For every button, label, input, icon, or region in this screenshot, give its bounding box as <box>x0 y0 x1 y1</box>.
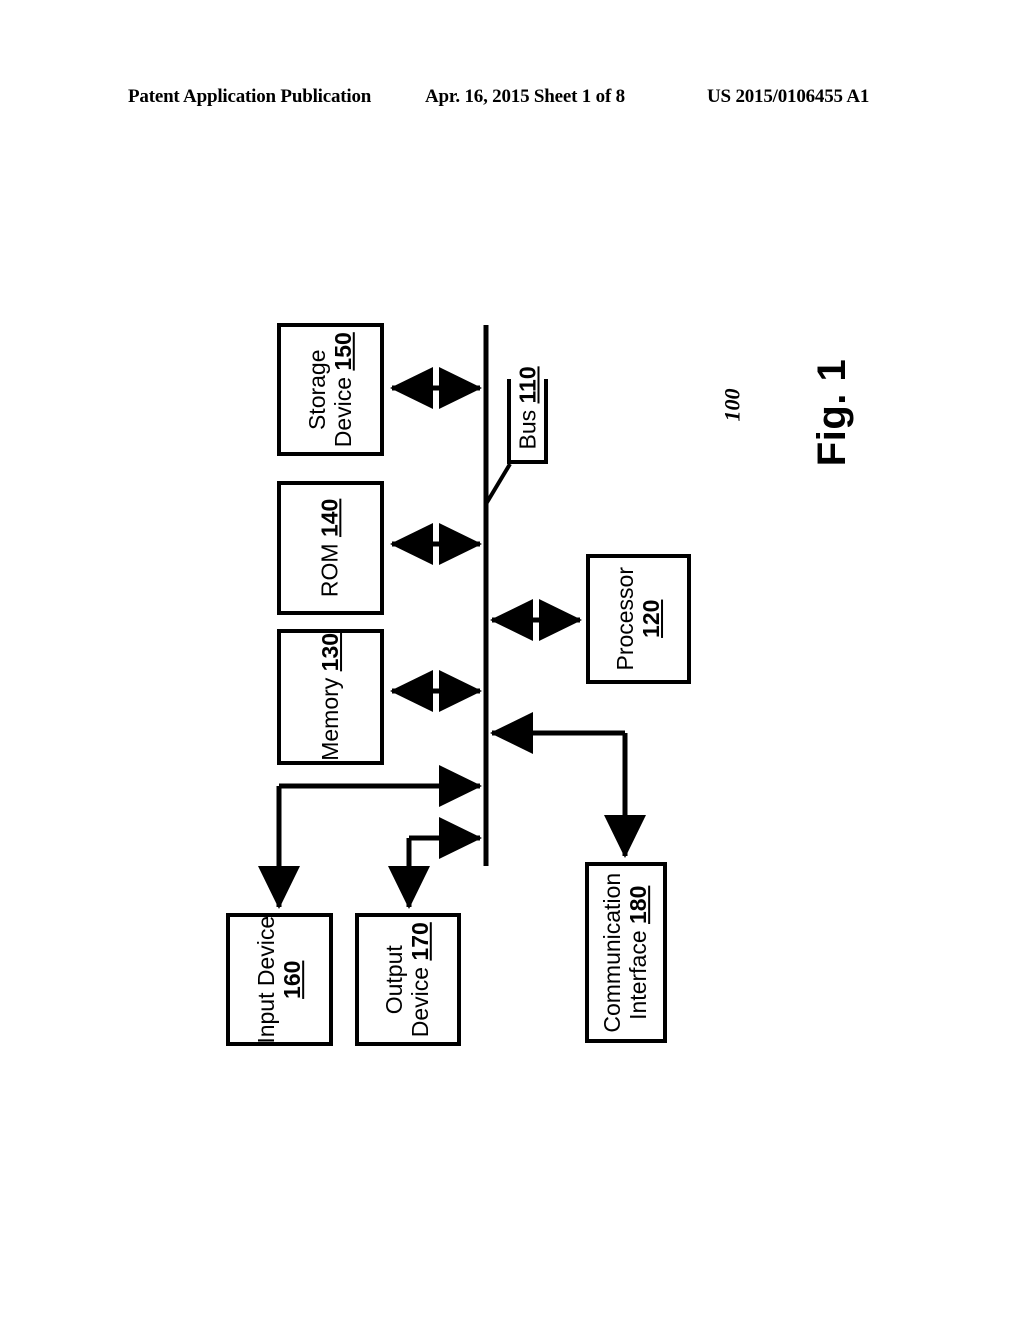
block-input-device-label: Input Device 160 <box>252 915 306 1044</box>
processor-reference-number: 120 <box>637 599 664 639</box>
block-communication-interface-label: Communication Interface 180 <box>599 872 652 1033</box>
rom-reference-number: 140 <box>316 498 343 538</box>
input-device-reference-number: 160 <box>278 960 305 999</box>
bus-reference-number: 110 <box>514 366 541 404</box>
block-input-device[interactable]: Input Device 160 <box>226 913 333 1046</box>
block-storage-device[interactable]: Storage Device 150 <box>277 323 384 456</box>
block-processor-label: Processor 120 <box>611 567 665 671</box>
block-storage-device-label: Storage Device 150 <box>303 331 357 448</box>
output-device-line2: Device 170 <box>407 921 434 1038</box>
output-device-line2-text: Device <box>407 966 434 1038</box>
output-device-line1: Output <box>381 944 408 1015</box>
communication-interface-reference-number: 180 <box>625 885 652 924</box>
block-memory-label: Memory 130 <box>316 633 344 761</box>
input-device-line1: Input Device <box>252 915 279 1044</box>
output-device-reference-number: 170 <box>407 921 434 961</box>
block-communication-interface[interactable]: Communication Interface 180 <box>585 862 667 1043</box>
memory-reference-number: 130 <box>316 633 343 672</box>
block-rom[interactable]: ROM 140 <box>277 481 384 615</box>
bus-label-text: Bus <box>514 409 541 450</box>
storage-device-line2-text: Device <box>329 376 356 448</box>
system-reference-numeral: 100 <box>719 388 745 422</box>
processor-line1: Processor <box>611 567 638 671</box>
diagram-connectors-layer <box>258 325 646 910</box>
bus-label: Bus 110 <box>514 366 542 450</box>
communication-interface-line2: Interface 180 <box>625 873 652 1033</box>
block-output-device-label: Output Device 170 <box>381 921 434 1038</box>
communication-interface-line2-text: Interface <box>625 930 652 1020</box>
rom-line1-text: ROM <box>316 543 343 598</box>
figure-1-block-diagram: Bus 110 Storage Device 150 ROM 140 Memor… <box>0 0 1024 1320</box>
communication-interface-line1: Communication <box>599 872 626 1033</box>
block-memory[interactable]: Memory 130 <box>277 629 384 765</box>
storage-device-line1: Storage <box>303 349 330 430</box>
figure-caption: Fig. 1 <box>810 358 855 467</box>
storage-device-line2: Device 150 <box>329 331 357 448</box>
storage-device-reference-number: 150 <box>329 331 356 371</box>
block-rom-label: ROM 140 <box>316 498 344 598</box>
bus-leader-line <box>484 462 512 506</box>
block-processor[interactable]: Processor 120 <box>586 554 691 684</box>
bus-callout: Bus 110 <box>505 366 549 465</box>
memory-line1: Memory 130 <box>316 633 344 761</box>
memory-line1-text: Memory <box>316 677 343 761</box>
block-output-device[interactable]: Output Device 170 <box>355 913 461 1046</box>
rom-line1: ROM 140 <box>316 498 344 598</box>
